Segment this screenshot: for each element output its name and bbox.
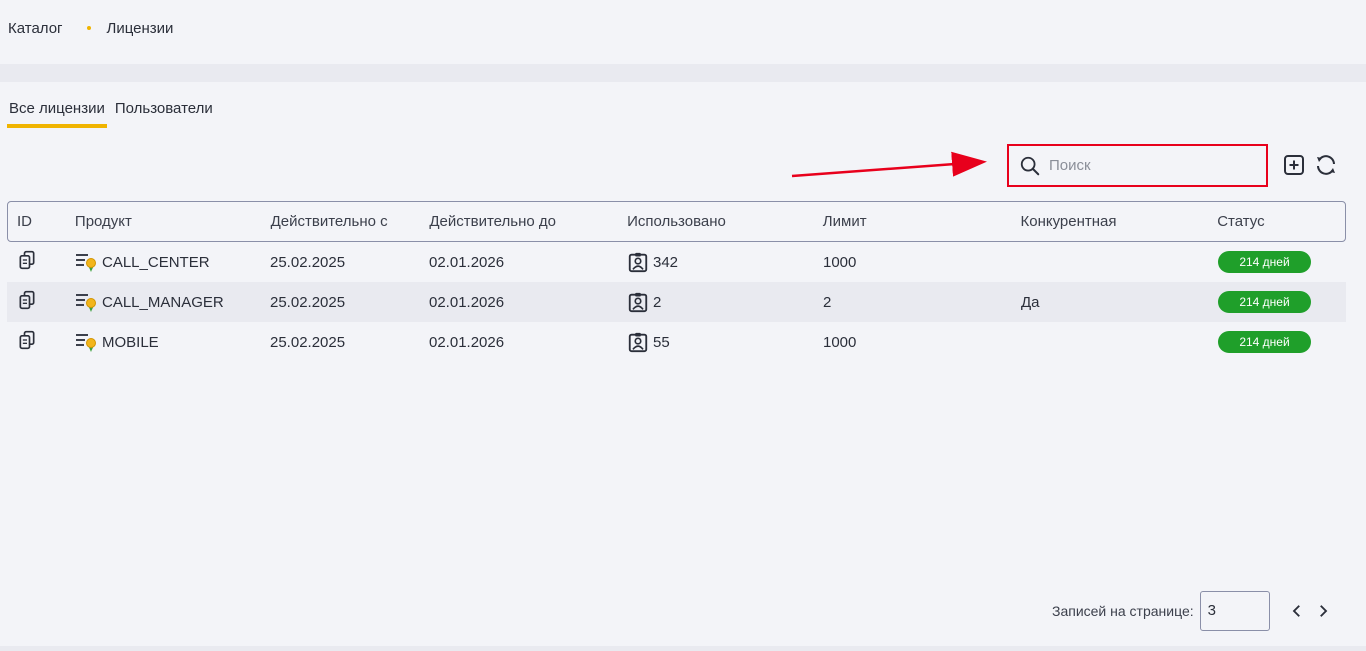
search-box	[1007, 144, 1268, 187]
status-badge: 214 дней	[1218, 291, 1311, 313]
user-badge-icon[interactable]	[627, 251, 649, 273]
breadcrumb-separator	[86, 26, 91, 30]
table-row[interactable]: MOBILE 25.02.2025 02.01.2026 55 1000 214…	[7, 322, 1346, 362]
valid-to: 02.01.2026	[429, 293, 505, 311]
col-id[interactable]: ID	[8, 213, 75, 230]
breadcrumb-catalog[interactable]: Каталог	[8, 20, 63, 37]
col-status[interactable]: Статус	[1217, 213, 1345, 230]
valid-from: 25.02.2025	[270, 293, 346, 311]
chevron-left-icon[interactable]	[1288, 602, 1306, 620]
add-icon[interactable]	[1282, 153, 1306, 177]
tabs: Все лицензии Пользователи	[7, 100, 215, 128]
license-icon	[76, 334, 96, 352]
table-row[interactable]: CALL_MANAGER 25.02.2025 02.01.2026 2 2 Д…	[7, 282, 1346, 322]
refresh-icon[interactable]	[1314, 153, 1338, 177]
license-icon	[76, 294, 96, 312]
licenses-table: ID Продукт Действительно с Действительно…	[7, 201, 1346, 362]
pagination: Записей на странице: 3	[1052, 591, 1332, 631]
col-valid-from[interactable]: Действительно с	[271, 213, 430, 230]
concurrent: Да	[1021, 293, 1040, 311]
col-used[interactable]: Использовано	[627, 213, 823, 230]
col-concurrent[interactable]: Конкурентная	[1020, 213, 1217, 230]
used-count: 55	[653, 333, 670, 351]
status-badge: 214 дней	[1218, 331, 1311, 353]
header-band	[0, 64, 1366, 82]
search-icon	[1020, 156, 1040, 175]
limit: 2	[823, 293, 832, 311]
tab-all-licenses[interactable]: Все лицензии	[7, 100, 107, 128]
per-page-input[interactable]: 3	[1199, 591, 1270, 631]
search-input[interactable]	[1049, 157, 1249, 174]
chevron-right-icon[interactable]	[1314, 602, 1332, 620]
product-name: CALL_CENTER	[102, 253, 210, 271]
valid-to: 02.01.2026	[429, 333, 505, 351]
breadcrumb: Каталог Лицензии	[0, 0, 1366, 64]
copy-icon[interactable]	[17, 330, 37, 350]
breadcrumb-licenses: Лицензии	[106, 19, 174, 37]
limit: 1000	[823, 253, 857, 271]
col-product[interactable]: Продукт	[75, 213, 271, 230]
limit: 1000	[823, 333, 857, 351]
user-badge-icon[interactable]	[627, 291, 649, 313]
license-icon	[76, 254, 96, 272]
product-name: CALL_MANAGER	[102, 293, 224, 311]
table-header: ID Продукт Действительно с Действительно…	[7, 201, 1346, 242]
user-badge-icon[interactable]	[627, 331, 649, 353]
copy-icon[interactable]	[17, 250, 37, 270]
status-badge: 214 дней	[1218, 251, 1311, 273]
tab-users[interactable]: Пользователи	[113, 100, 215, 128]
valid-from: 25.02.2025	[270, 253, 346, 271]
per-page-label: Записей на странице:	[1052, 603, 1194, 619]
valid-from: 25.02.2025	[270, 333, 346, 351]
col-limit[interactable]: Лимит	[823, 213, 1021, 230]
copy-icon[interactable]	[17, 290, 37, 310]
table-row[interactable]: CALL_CENTER 25.02.2025 02.01.2026 342 10…	[7, 242, 1346, 282]
product-name: MOBILE	[102, 333, 159, 351]
col-valid-to[interactable]: Действительно до	[429, 213, 627, 230]
used-count: 2	[653, 293, 662, 311]
used-count: 342	[653, 253, 679, 271]
valid-to: 02.01.2026	[429, 253, 505, 271]
bottom-border	[0, 646, 1366, 651]
